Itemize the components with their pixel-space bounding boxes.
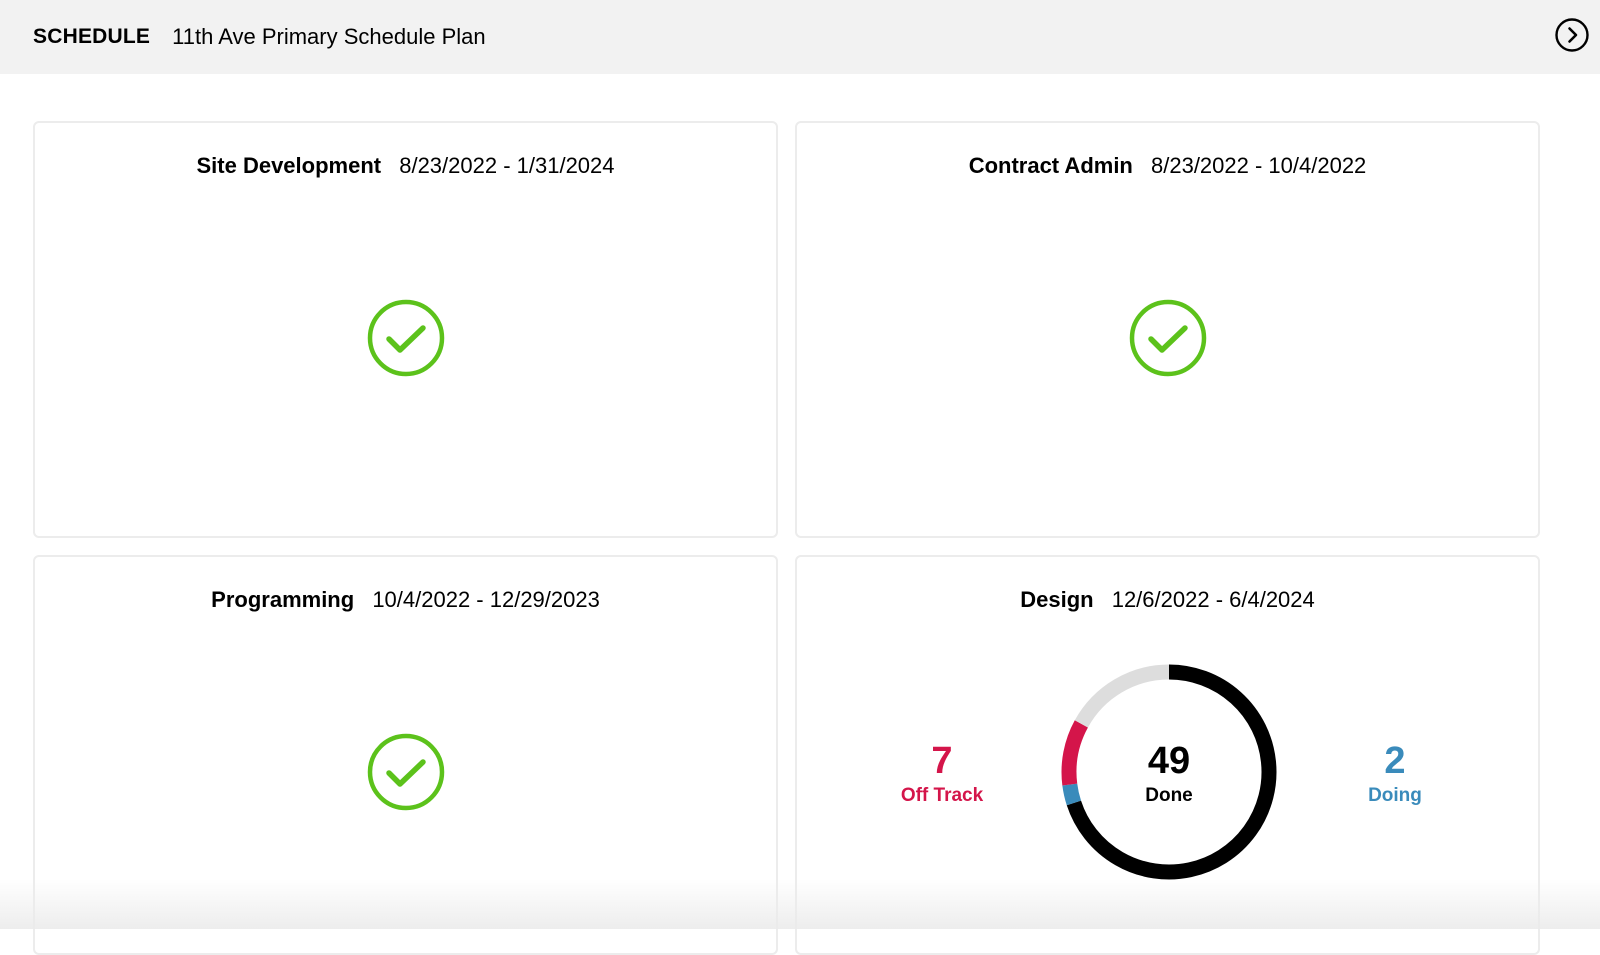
phase-dates: 8/23/2022 - 10/4/2022	[1151, 153, 1366, 178]
phase-dates: 12/6/2022 - 6/4/2024	[1112, 587, 1315, 612]
doing-label: Doing	[1335, 785, 1455, 807]
doing-stat[interactable]: 2 Doing	[1335, 741, 1455, 807]
off-track-count: 7	[882, 741, 1002, 781]
phase-card-programming[interactable]: Programming 10/4/2022 - 12/29/2023	[33, 555, 778, 955]
card-header: Site Development 8/23/2022 - 1/31/2024	[35, 153, 776, 179]
card-header: Design 12/6/2022 - 6/4/2024	[797, 587, 1538, 613]
card-header: Contract Admin 8/23/2022 - 10/4/2022	[797, 153, 1538, 179]
phase-name: Design	[1020, 587, 1093, 612]
phase-card-site-development[interactable]: Site Development 8/23/2022 - 1/31/2024	[33, 121, 778, 538]
donut-segment-doing	[1070, 785, 1074, 803]
check-circle-icon	[1128, 298, 1208, 378]
done-stat[interactable]: 49 Done	[1109, 741, 1229, 807]
off-track-label: Off Track	[882, 785, 1002, 807]
phase-name: Programming	[211, 587, 354, 612]
done-label: Done	[1109, 785, 1229, 807]
phase-dates: 10/4/2022 - 12/29/2023	[372, 587, 600, 612]
chevron-right-circle-icon[interactable]	[1554, 17, 1590, 53]
check-circle-icon	[366, 298, 446, 378]
phase-card-design[interactable]: Design 12/6/2022 - 6/4/2024 7 Off Track …	[795, 555, 1540, 955]
check-circle-icon	[366, 732, 446, 812]
card-header: Programming 10/4/2022 - 12/29/2023	[35, 587, 776, 613]
phase-card-contract-admin[interactable]: Contract Admin 8/23/2022 - 10/4/2022	[795, 121, 1540, 538]
section-label: SCHEDULE	[33, 25, 150, 49]
phase-dates: 8/23/2022 - 1/31/2024	[399, 153, 614, 178]
off-track-stat[interactable]: 7 Off Track	[882, 741, 1002, 807]
doing-count: 2	[1335, 741, 1455, 781]
done-count: 49	[1109, 741, 1229, 781]
donut-segment-off-track	[1069, 724, 1081, 785]
plan-name: 11th Ave Primary Schedule Plan	[172, 24, 485, 50]
donut-segment-remaining	[1081, 672, 1169, 724]
phase-name: Contract Admin	[969, 153, 1133, 178]
phase-name: Site Development	[196, 153, 381, 178]
header-bar: SCHEDULE 11th Ave Primary Schedule Plan	[0, 0, 1600, 74]
